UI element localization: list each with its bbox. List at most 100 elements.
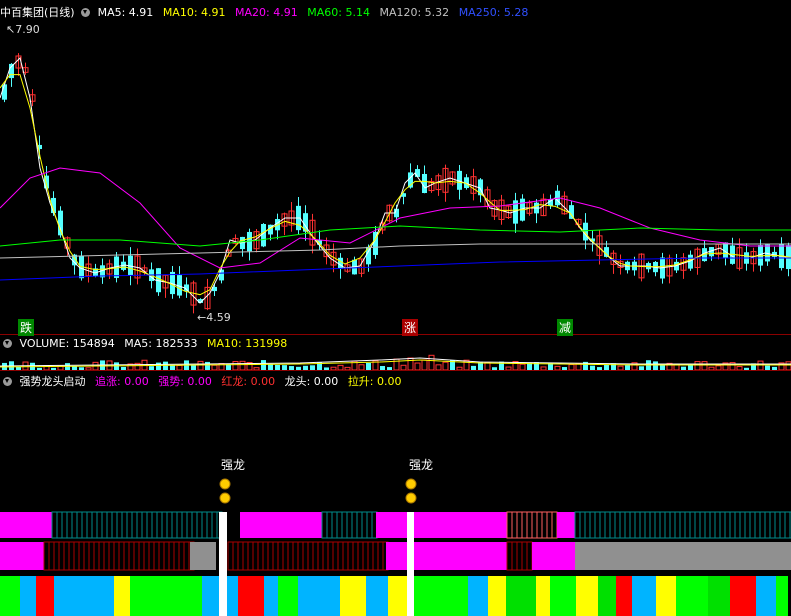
indicator-row2-bar xyxy=(128,541,135,571)
indicator-row1-bar xyxy=(536,511,543,539)
indicator-row1-block xyxy=(557,512,575,538)
indicator-row1-bar xyxy=(779,511,786,539)
volume-chart[interactable] xyxy=(0,350,791,370)
indicator-row2-bar xyxy=(108,541,115,571)
indicator-row2-bar xyxy=(317,541,324,571)
indicator-row3-block xyxy=(632,576,656,616)
indicator-row1-bar xyxy=(639,511,646,539)
indicator-row1-bar xyxy=(546,511,553,539)
indicator-row1-bar xyxy=(624,511,631,539)
volume-header: VOLUME: 154894 MA5: 182533 MA10: 131998 xyxy=(0,337,293,350)
chevron-down-icon[interactable] xyxy=(3,339,12,348)
indicator-row2-bar xyxy=(93,541,100,571)
indicator-row2-bar xyxy=(242,541,249,571)
volume-bar-up xyxy=(701,361,708,370)
coin-icon xyxy=(219,492,231,504)
indicator-row2-bar xyxy=(362,541,369,571)
indicator-row2-bar xyxy=(103,541,110,571)
indicator-row1-bar xyxy=(181,511,188,539)
indicator-row1-bar xyxy=(599,511,606,539)
volume-bar-up xyxy=(232,361,239,370)
indicator-row1-bar xyxy=(111,511,118,539)
indicator-row3-block xyxy=(130,576,174,616)
coin-icon xyxy=(219,478,231,490)
volume-bar-down xyxy=(653,361,658,370)
indicator-row1-bar xyxy=(526,511,533,539)
indicator-row2-bar xyxy=(88,541,95,571)
indicator-row1-bar xyxy=(541,511,548,539)
indicator-row1-bar xyxy=(634,511,641,539)
indicator-title: 强势龙头启动 xyxy=(19,375,86,388)
indicator-row3-block xyxy=(616,576,632,616)
indicator-row2-bar xyxy=(521,541,528,571)
qiangshi-readout: 强势: 0.00 xyxy=(158,375,212,388)
candle-down xyxy=(219,269,224,281)
indicator-row1-bar xyxy=(91,511,98,539)
indicator-row2-bar xyxy=(232,541,239,571)
indicator-row1-block xyxy=(0,512,52,538)
indicator-row2-bar xyxy=(297,541,304,571)
indicator-row1-bar xyxy=(649,511,656,539)
volume-bar-up xyxy=(421,359,428,370)
indicator-row3-block xyxy=(264,576,278,616)
indicator-row3-block xyxy=(36,576,54,616)
indicator-row2-bar xyxy=(347,541,354,571)
indicator-row2-block xyxy=(532,542,575,570)
volume-ma5-readout: MA5: 182533 xyxy=(124,337,198,350)
indicator-row2-bar xyxy=(178,541,185,571)
indicator-row2-bar xyxy=(327,541,334,571)
candle-down xyxy=(2,84,7,100)
indicator-row1-bar xyxy=(521,511,528,539)
chevron-down-icon[interactable] xyxy=(81,8,91,17)
indicator-row2-block xyxy=(0,542,44,570)
indicator-row1-bar xyxy=(724,511,731,539)
indicator-row1-bar xyxy=(351,511,358,539)
indicator-chart[interactable] xyxy=(0,388,791,616)
indicator-row1-bar xyxy=(56,511,63,539)
ma120-line xyxy=(0,243,791,259)
volume-bar-up xyxy=(785,361,791,370)
indicator-row2-bar xyxy=(163,541,170,571)
indicator-row3-block xyxy=(488,576,506,616)
indicator-row2-bar xyxy=(257,541,264,571)
candlestick-chart[interactable] xyxy=(0,18,791,336)
indicator-row2-bar xyxy=(158,541,165,571)
candle-down xyxy=(415,169,420,177)
indicator-row2-bar xyxy=(63,541,70,571)
indicator-row3-block xyxy=(676,576,694,616)
signal-reduce: 减 xyxy=(557,319,574,336)
indicator-row1-bar xyxy=(719,511,726,539)
volume-bar-up xyxy=(414,362,421,370)
indicator-row2-bar xyxy=(252,541,259,571)
indicator-row1-bar xyxy=(629,511,636,539)
indicator-row1-bar xyxy=(551,511,558,539)
volume-readout: VOLUME: 154894 xyxy=(19,337,115,350)
signal-fall: 跌 xyxy=(18,319,35,336)
indicator-row3-block xyxy=(114,576,130,616)
indicator-row1-bar xyxy=(131,511,138,539)
indicator-row1-bar xyxy=(531,511,538,539)
signal-bar xyxy=(407,512,414,616)
indicator-row1-bar xyxy=(321,511,328,539)
indicator-row1-bar xyxy=(574,511,581,539)
pane-divider xyxy=(0,370,791,371)
indicator-row1-bar xyxy=(679,511,686,539)
indicator-row3-block xyxy=(366,576,388,616)
indicator-row2-bar xyxy=(337,541,344,571)
indicator-row1-bar xyxy=(211,511,218,539)
indicator-row1-bar xyxy=(511,511,518,539)
indicator-row1-bar xyxy=(61,511,68,539)
indicator-row2-bar xyxy=(307,541,314,571)
indicator-row1-bar xyxy=(774,511,781,539)
indicator-row1-bar xyxy=(659,511,666,539)
indicator-row2-bar xyxy=(282,541,289,571)
indicator-row1-bar xyxy=(744,511,751,539)
indicator-row3-block xyxy=(708,576,730,616)
indicator-row2-bar xyxy=(43,541,50,571)
indicator-row1-bar xyxy=(71,511,78,539)
chevron-down-icon[interactable] xyxy=(3,377,12,386)
indicator-row2-bar xyxy=(48,541,55,571)
strong-dragon-label: 强龙 xyxy=(221,458,246,472)
indicator-row1-bar xyxy=(326,511,333,539)
volume-bar-up xyxy=(197,360,204,370)
